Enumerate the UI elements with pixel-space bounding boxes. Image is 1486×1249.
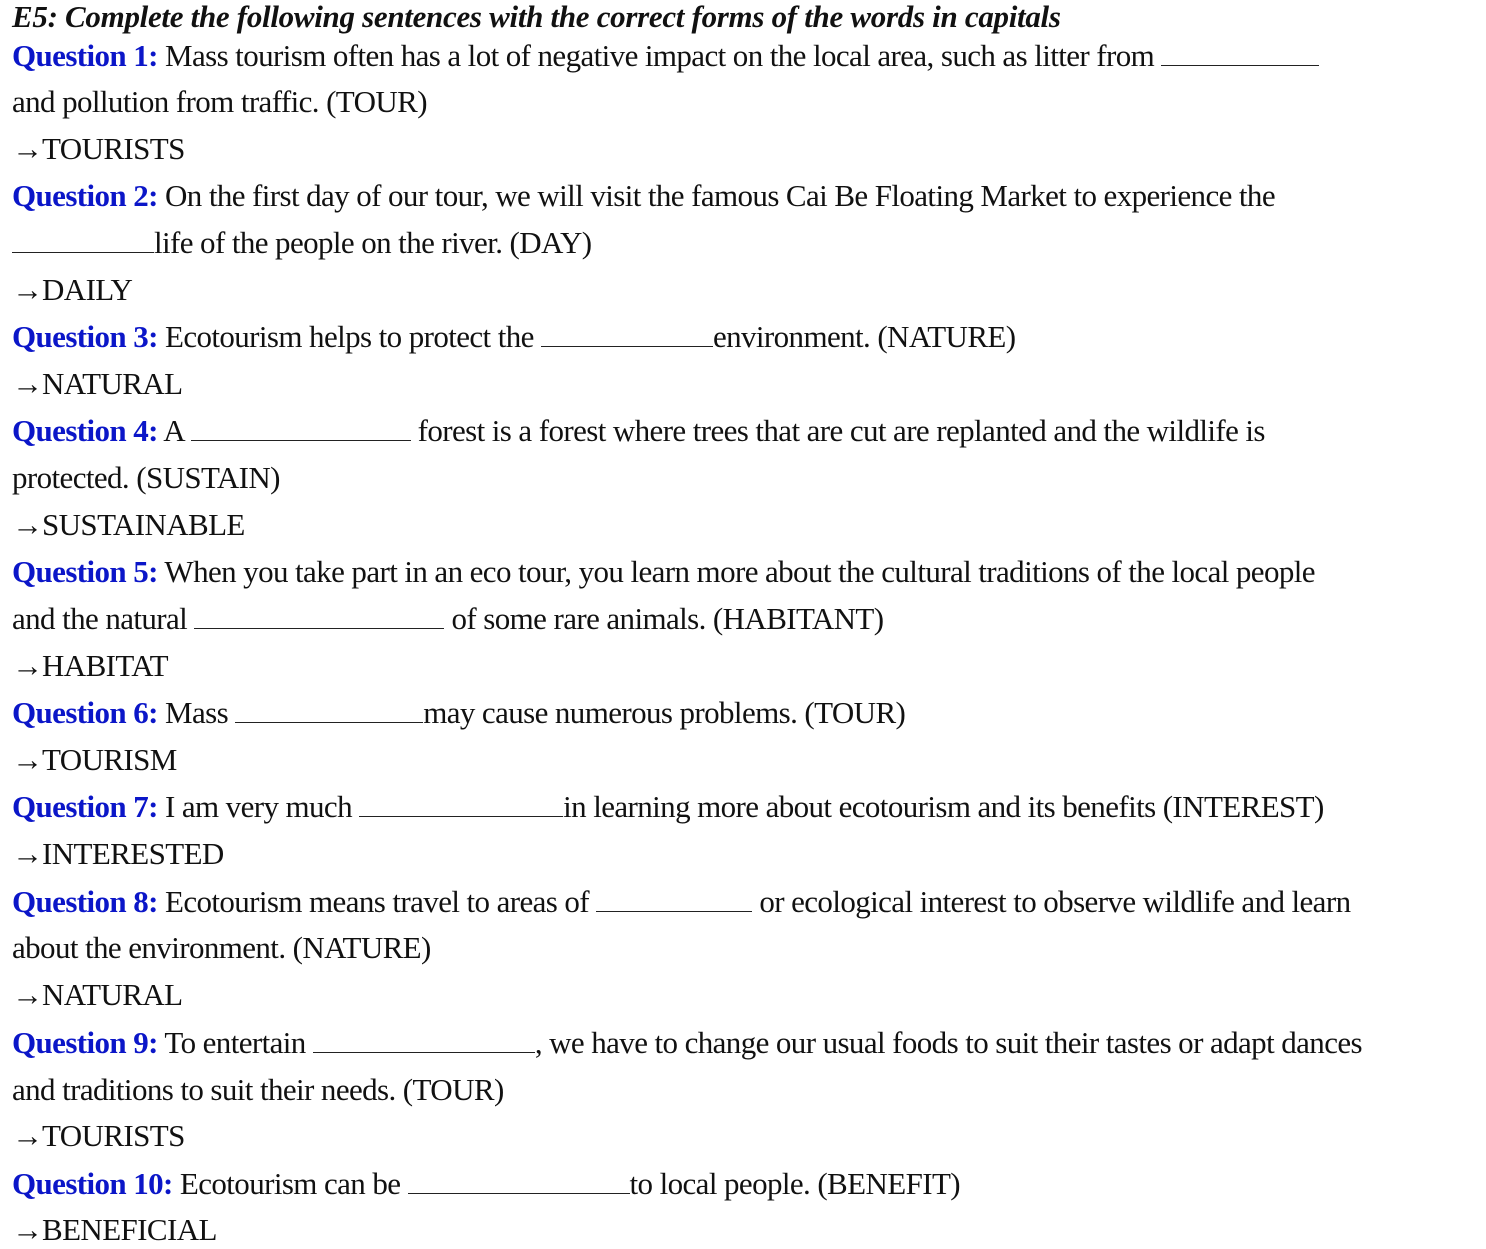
question-4-line-2: protected. (SUSTAIN)	[12, 460, 281, 495]
question-label: Question 3:	[12, 319, 158, 354]
question-text: environment. (NATURE)	[712, 319, 1016, 354]
question-text: and the natural	[12, 601, 195, 636]
question-text: in learning more about ecotourism and it…	[563, 789, 1324, 824]
question-label: Question 7:	[12, 789, 158, 824]
question-text: , we have to change our usual foods to s…	[534, 1025, 1363, 1060]
answer-text: DAILY	[42, 272, 133, 307]
question-2-line-2: life of the people on the river. (DAY)	[12, 225, 592, 261]
question-1-line-2: and pollution from traffic. (TOUR)	[12, 84, 428, 119]
answer-blank	[540, 320, 713, 347]
question-text: Ecotourism means travel to areas of	[157, 884, 597, 919]
arrow-right-icon: →	[12, 1212, 43, 1247]
question-text: of some rare animals. (HABITANT)	[444, 601, 885, 636]
answer-blank	[312, 1026, 535, 1053]
answer-text: SUSTAINABLE	[42, 507, 245, 542]
arrow-right-icon: →	[12, 272, 43, 307]
question-text: Mass tourism often has a lot of negative…	[157, 38, 1162, 73]
question-text: forest is a forest where trees that are …	[410, 413, 1266, 448]
question-2: Question 2: On the first day of our tour…	[12, 178, 1276, 214]
answer-2: →DAILY	[12, 272, 133, 308]
answer-blank	[1161, 39, 1320, 66]
answer-blank	[190, 414, 411, 441]
question-9: Question 9: To entertain , we have to ch…	[12, 1025, 1363, 1061]
answer-text: BENEFICIAL	[42, 1212, 217, 1247]
question-10: Question 10: Ecotourism can be to local …	[12, 1166, 961, 1202]
question-8-line-2: about the environment. (NATURE)	[12, 930, 431, 965]
question-5-line-2: and the natural of some rare animals. (H…	[12, 601, 884, 637]
answer-text: NATURAL	[42, 366, 183, 401]
answer-4: →SUSTAINABLE	[12, 507, 245, 543]
question-label: Question 9:	[12, 1025, 158, 1060]
arrow-right-icon: →	[12, 366, 43, 401]
question-text: To entertain	[157, 1025, 313, 1060]
answer-blank	[596, 885, 753, 912]
question-label: Question 10:	[12, 1166, 173, 1201]
exercise-title: E5: Complete the following sentences wit…	[12, 0, 1061, 34]
arrow-right-icon: →	[12, 1118, 43, 1153]
answer-3: →NATURAL	[12, 366, 183, 402]
answer-6: →TOURISM	[12, 742, 177, 778]
question-text: I am very much	[157, 789, 360, 824]
arrow-right-icon: →	[12, 507, 43, 542]
question-label: Question 1:	[12, 38, 158, 73]
answer-text: NATURAL	[42, 977, 183, 1012]
answer-5: →HABITAT	[12, 648, 169, 684]
question-6: Question 6: Mass may cause numerous prob…	[12, 695, 906, 731]
arrow-right-icon: →	[12, 836, 43, 871]
question-7: Question 7: I am very much in learning m…	[12, 789, 1324, 825]
answer-text: HABITAT	[42, 648, 169, 683]
question-8: Question 8: Ecotourism means travel to a…	[12, 884, 1351, 920]
answer-8: →NATURAL	[12, 977, 183, 1013]
answer-text: TOURISTS	[42, 1118, 185, 1153]
answer-blank	[359, 790, 564, 817]
answer-7: →INTERESTED	[12, 836, 224, 872]
arrow-right-icon: →	[12, 131, 43, 166]
arrow-right-icon: →	[12, 648, 43, 683]
question-text: or ecological interest to observe wildli…	[752, 884, 1351, 919]
answer-text: INTERESTED	[42, 836, 224, 871]
answer-text: TOURISM	[42, 742, 177, 777]
question-text: On the first day of our tour, we will vi…	[157, 178, 1276, 213]
question-text: Ecotourism can be	[172, 1166, 408, 1201]
answer-blank	[407, 1167, 630, 1194]
question-4: Question 4: A forest is a forest where t…	[12, 413, 1266, 449]
question-text: may cause numerous problems. (TOUR)	[423, 695, 906, 730]
question-label: Question 5:	[12, 554, 158, 589]
arrow-right-icon: →	[12, 977, 43, 1012]
question-text: When you take part in an eco tour, you l…	[157, 554, 1315, 589]
question-text: Ecotourism helps to protect the	[157, 319, 541, 354]
question-label: Question 4:	[12, 413, 158, 448]
question-text: A	[157, 413, 191, 448]
answer-blank	[12, 226, 154, 253]
question-label: Question 2:	[12, 178, 158, 213]
question-3: Question 3: Ecotourism helps to protect …	[12, 319, 1016, 355]
answer-9: →TOURISTS	[12, 1118, 185, 1154]
answer-blank	[194, 602, 445, 629]
question-text: life of the people on the river. (DAY)	[154, 225, 592, 260]
question-label: Question 8:	[12, 884, 158, 919]
question-5: Question 5: When you take part in an eco…	[12, 554, 1316, 590]
answer-blank	[235, 696, 424, 723]
question-label: Question 6:	[12, 695, 158, 730]
answer-1: →TOURISTS	[12, 131, 185, 167]
answer-10: →BENEFICIAL	[12, 1212, 217, 1248]
question-9-line-2: and traditions to suit their needs. (TOU…	[12, 1072, 504, 1107]
arrow-right-icon: →	[12, 742, 43, 777]
answer-text: TOURISTS	[42, 131, 185, 166]
question-text: to local people. (BENEFIT)	[629, 1166, 961, 1201]
question-1: Question 1: Mass tourism often has a lot…	[12, 38, 1320, 74]
question-text: Mass	[157, 695, 236, 730]
